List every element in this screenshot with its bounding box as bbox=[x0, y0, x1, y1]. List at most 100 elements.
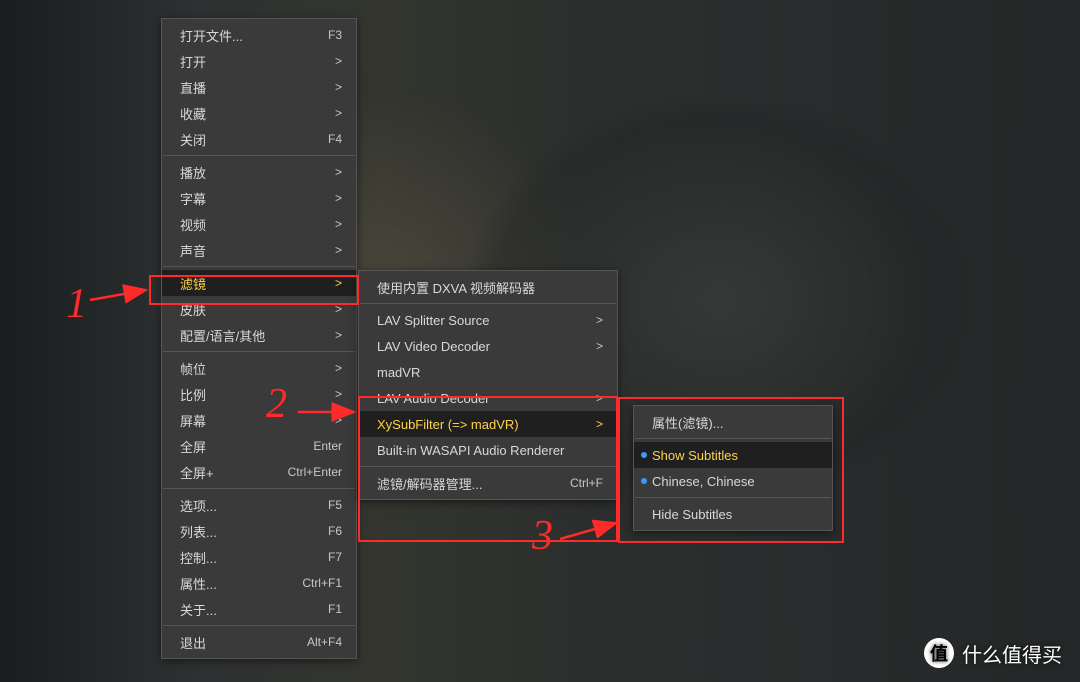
context-menu-main[interactable]: 打开文件...F3打开>直播>收藏>关闭F4播放>字幕>视频>声音>滤镜>皮肤>… bbox=[161, 18, 357, 659]
menu-item-label: 打开 bbox=[180, 52, 266, 71]
menu-item-shortcut: F7 bbox=[290, 550, 342, 564]
menu-control[interactable]: 控制...F7 bbox=[162, 544, 356, 570]
submenu-arrow-icon: > bbox=[290, 243, 342, 257]
menu-item-label: 属性(滤镜)... bbox=[652, 413, 818, 432]
menu-item-shortcut: Ctrl+F bbox=[551, 476, 603, 490]
menu-video[interactable]: 视频 > bbox=[162, 211, 356, 237]
menu-item-label: madVR bbox=[377, 365, 603, 380]
menu-filter-decoder-manage[interactable]: 滤镜/解码器管理... Ctrl+F bbox=[359, 470, 617, 496]
submenu-arrow-icon: > bbox=[290, 217, 342, 231]
menu-xysubfilter[interactable]: XySubFilter (=> madVR)> bbox=[359, 411, 617, 437]
submenu-filters[interactable]: 使用内置 DXVA 视频解码器 LAV Splitter Source > LAV V… bbox=[358, 270, 618, 500]
menu-about[interactable]: 关于... F1 bbox=[162, 596, 356, 622]
menu-item-label: 屏幕 bbox=[180, 411, 266, 430]
menu-item-label: 打开文件... bbox=[180, 26, 266, 45]
menu-config-lang[interactable]: 配置/语言/其他> bbox=[162, 322, 356, 348]
menu-lav-video[interactable]: LAV Video Decoder> bbox=[359, 333, 617, 359]
submenu-arrow-icon: > bbox=[551, 417, 603, 431]
menu-item-label: 字幕 bbox=[180, 189, 266, 208]
submenu-arrow-icon: > bbox=[290, 191, 342, 205]
menu-close[interactable]: 关闭 F4 bbox=[162, 126, 356, 152]
menu-playlist[interactable]: 列表... F6 bbox=[162, 518, 356, 544]
menu-item-label: LAV Video Decoder bbox=[377, 339, 527, 354]
menu-fullscreen-plus[interactable]: 全屏+Ctrl+Enter bbox=[162, 459, 356, 485]
menu-separator bbox=[360, 303, 616, 304]
submenu-arrow-icon: > bbox=[290, 413, 342, 427]
menu-item-shortcut: F6 bbox=[290, 524, 342, 538]
menu-open[interactable]: 打开 > bbox=[162, 48, 356, 74]
menu-use-dxva[interactable]: 使用内置 DXVA 视频解码器 bbox=[359, 274, 617, 300]
menu-item-shortcut: F1 bbox=[290, 602, 342, 616]
radio-dot-icon bbox=[641, 452, 647, 458]
menu-item-label: 属性... bbox=[180, 574, 266, 593]
menu-item-shortcut: F3 bbox=[290, 28, 342, 42]
menu-frame[interactable]: 帧位 > bbox=[162, 355, 356, 381]
menu-madvr[interactable]: madVR bbox=[359, 359, 617, 385]
menu-lav-audio[interactable]: LAV Audio Decoder> bbox=[359, 385, 617, 411]
menu-item-label: Hide Subtitles bbox=[652, 507, 818, 522]
submenu-arrow-icon: > bbox=[290, 361, 342, 375]
menu-item-label: 使用内置 DXVA 视频解码器 bbox=[377, 278, 603, 297]
menu-item-label: 全屏+ bbox=[180, 463, 264, 482]
menu-item-label: 关闭 bbox=[180, 130, 266, 149]
menu-show-subtitles[interactable]: Show Subtitles bbox=[634, 442, 832, 468]
menu-open-file[interactable]: 打开文件... F3 bbox=[162, 22, 356, 48]
menu-item-shortcut: F4 bbox=[290, 132, 342, 146]
submenu-arrow-icon: > bbox=[290, 54, 342, 68]
radio-dot-icon bbox=[641, 478, 647, 484]
menu-item-label: 退出 bbox=[180, 633, 266, 652]
menu-subtitles[interactable]: 字幕 > bbox=[162, 185, 356, 211]
viewport: 打开文件...F3打开>直播>收藏>关闭F4播放>字幕>视频>声音>滤镜>皮肤>… bbox=[0, 0, 1080, 682]
menu-skin[interactable]: 皮肤> bbox=[162, 296, 356, 322]
submenu-arrow-icon: > bbox=[290, 276, 342, 290]
menu-favorites[interactable]: 收藏> bbox=[162, 100, 356, 126]
menu-screen[interactable]: 屏幕 > bbox=[162, 407, 356, 433]
menu-live[interactable]: 直播> bbox=[162, 74, 356, 100]
menu-playback[interactable]: 播放> bbox=[162, 159, 356, 185]
menu-fullscreen[interactable]: 全屏 Enter bbox=[162, 433, 356, 459]
menu-separator bbox=[163, 266, 355, 267]
menu-separator bbox=[163, 488, 355, 489]
menu-separator bbox=[163, 625, 355, 626]
menu-item-label: Show Subtitles bbox=[652, 448, 818, 463]
menu-filters[interactable]: 滤镜 > bbox=[162, 270, 356, 296]
menu-separator bbox=[163, 351, 355, 352]
menu-audio[interactable]: 声音 > bbox=[162, 237, 356, 263]
submenu-arrow-icon: > bbox=[290, 387, 342, 401]
menu-item-label: 列表... bbox=[180, 522, 266, 541]
menu-lav-splitter[interactable]: LAV Splitter Source > bbox=[359, 307, 617, 333]
menu-item-label: Chinese, Chinese bbox=[652, 474, 818, 489]
submenu-xysubfilter[interactable]: 属性(滤镜)... Show Subtitles Chinese, Chinese H… bbox=[633, 405, 833, 531]
menu-separator bbox=[163, 155, 355, 156]
menu-item-label: 配置/语言/其他 bbox=[180, 326, 266, 345]
menu-options[interactable]: 选项...F5 bbox=[162, 492, 356, 518]
menu-item-label: 播放 bbox=[180, 163, 266, 182]
menu-item-label: LAV Splitter Source bbox=[377, 313, 527, 328]
menu-item-label: 滤镜 bbox=[180, 274, 266, 293]
submenu-arrow-icon: > bbox=[290, 106, 342, 120]
submenu-arrow-icon: > bbox=[290, 80, 342, 94]
menu-hide-subtitles[interactable]: Hide Subtitles bbox=[634, 501, 832, 527]
menu-separator bbox=[635, 497, 831, 498]
menu-chinese[interactable]: Chinese, Chinese bbox=[634, 468, 832, 494]
menu-item-label: Built-in WASAPI Audio Renderer bbox=[377, 443, 564, 458]
menu-exit[interactable]: 退出Alt+F4 bbox=[162, 629, 356, 655]
menu-separator bbox=[635, 438, 831, 439]
menu-item-shortcut: Enter bbox=[290, 439, 342, 453]
menu-wasapi[interactable]: Built-in WASAPI Audio Renderer> bbox=[359, 437, 617, 463]
menu-item-label: 全屏 bbox=[180, 437, 266, 456]
menu-properties[interactable]: 属性... Ctrl+F1 bbox=[162, 570, 356, 596]
menu-item-label: 关于... bbox=[180, 600, 266, 619]
watermark-text: 什么值得买 bbox=[962, 639, 1062, 668]
menu-filter-properties[interactable]: 属性(滤镜)... bbox=[634, 409, 832, 435]
menu-item-label: 皮肤 bbox=[180, 300, 266, 319]
watermark-badge: 值 bbox=[924, 638, 954, 668]
menu-item-label: 滤镜/解码器管理... bbox=[377, 474, 527, 493]
menu-item-label: 比例 bbox=[180, 385, 266, 404]
menu-item-label: 帧位 bbox=[180, 359, 266, 378]
menu-aspect[interactable]: 比例 > bbox=[162, 381, 356, 407]
menu-item-shortcut: Ctrl+F1 bbox=[290, 576, 342, 590]
menu-item-label: 声音 bbox=[180, 241, 266, 260]
menu-item-label: 视频 bbox=[180, 215, 266, 234]
submenu-arrow-icon: > bbox=[551, 313, 603, 327]
